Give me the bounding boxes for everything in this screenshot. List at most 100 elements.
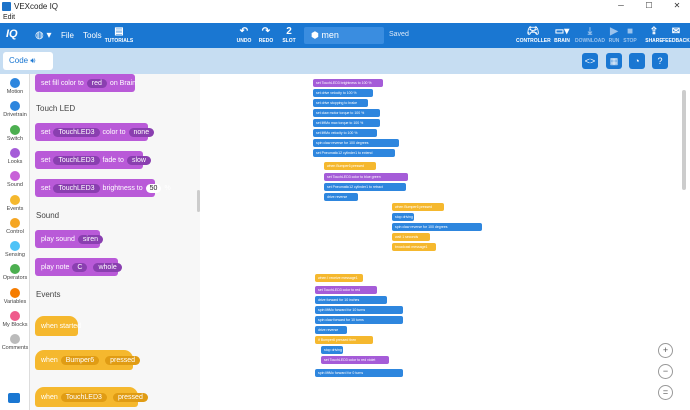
brightness-input[interactable]: 50 — [145, 183, 162, 193]
minimize-button[interactable]: ─ — [608, 0, 634, 12]
zoom-out-button[interactable]: − — [658, 364, 673, 379]
zoom-reset-button[interactable]: = — [658, 385, 673, 400]
fade-dropdown[interactable]: slow — [126, 155, 151, 165]
category-label: Events — [6, 205, 24, 212]
canvas-block[interactable]: spin claw forward for 10 turns — [315, 316, 403, 324]
canvas-block[interactable]: stop driving — [392, 213, 414, 221]
brain-button[interactable]: ▭▾ BRAIN — [547, 26, 577, 44]
category-sensing[interactable]: Sensing — [0, 241, 30, 258]
category-dot-icon — [10, 147, 20, 158]
touchled-fade-block[interactable]: set TouchLED3 fade to slow — [35, 151, 151, 169]
canvas-block[interactable]: if Bumper6 pressed then — [315, 336, 373, 344]
canvas-block[interactable]: set TouchLED3 color to blue green — [324, 173, 408, 181]
canvas-block[interactable]: set liftMo velocity to 100 % — [313, 129, 377, 137]
category-label: Switch — [6, 135, 24, 142]
event-dropdown[interactable]: pressed — [112, 392, 148, 402]
file-menu[interactable]: File — [61, 31, 74, 40]
category-dot-icon — [10, 124, 20, 135]
canvas-block[interactable]: set Pneumatic12 cylinder1 to extend — [313, 149, 395, 157]
zoom-in-button[interactable]: + — [658, 343, 673, 358]
dashboard-button[interactable]: ◔ — [629, 53, 645, 69]
slot-button[interactable]: 2 SLOT — [274, 26, 304, 44]
tools-menu[interactable]: Tools — [83, 31, 102, 40]
canvas-block[interactable]: spin claw reverse for 100 degrees — [313, 139, 399, 147]
devices-button[interactable]: ▦ — [606, 53, 622, 69]
category-looks[interactable]: Looks — [0, 147, 30, 165]
canvas-block[interactable]: stop driving — [321, 346, 343, 354]
tutorials-button[interactable]: ▤ TUTORIALS — [104, 26, 134, 44]
device-dropdown[interactable]: Bumper6 — [60, 355, 100, 365]
language-globe-icon[interactable]: ◍ ▾ — [35, 30, 52, 41]
block-text: brightness to — [102, 184, 143, 192]
note-dropdown[interactable]: C — [72, 262, 88, 272]
play-sound-block[interactable]: play sound siren — [35, 230, 104, 248]
feedback-button[interactable]: ✉ FEEDBACK — [661, 26, 690, 44]
device-dropdown[interactable]: TouchLED3 — [60, 392, 107, 402]
canvas-block[interactable]: spin liftMo forward for 10 turns — [315, 306, 403, 314]
device-dropdown[interactable]: TouchLED3 — [53, 183, 100, 193]
code-viewer-button[interactable]: <> — [582, 53, 598, 69]
device-dropdown[interactable]: TouchLED3 — [53, 127, 100, 137]
maximize-button[interactable]: ☐ — [636, 0, 662, 12]
tab-code[interactable]: Code 🔊︎ — [3, 52, 53, 70]
canvas-scrollbar[interactable] — [682, 90, 686, 190]
canvas-block[interactable]: set TouchLED3 brightness to 100 % — [313, 79, 383, 87]
canvas-block[interactable]: set TouchLED3 color to red violet — [321, 356, 389, 364]
canvas-block[interactable]: spin liftMo forward for 0 turns — [315, 369, 403, 377]
canvas-block[interactable]: set drive stopping to brake — [313, 99, 368, 107]
project-name: men — [321, 30, 339, 40]
category-sound[interactable]: Sound — [0, 171, 30, 188]
when-touchled-block[interactable]: when TouchLED3 pressed — [35, 387, 148, 407]
when-started-block[interactable]: when started — [35, 316, 81, 336]
close-button[interactable]: ✕ — [664, 0, 690, 12]
canvas-block[interactable]: set liftMo max torque to 100 % — [313, 119, 380, 127]
block-palette: set fill color to red on Brain Touch LED… — [30, 74, 200, 410]
category-variables[interactable]: Variables — [0, 287, 30, 305]
canvas-block[interactable]: drive reverse — [315, 326, 347, 334]
canvas-block[interactable]: drive forward for 10 inches — [315, 296, 387, 304]
category-drivetrain[interactable]: Drivetrain — [0, 101, 30, 118]
stop-label: STOP — [623, 38, 637, 44]
category-list: Motion Drivetrain Switch Looks Sound Events Co… — [0, 74, 30, 410]
set-fill-color-block[interactable]: set fill color to red on Brain — [35, 74, 136, 92]
project-name-field[interactable]: ⬢ men — [304, 27, 384, 44]
category-label: Sensing — [5, 252, 25, 259]
canvas-block[interactable]: when Bumper6 pressed — [324, 162, 376, 170]
category-events[interactable]: Events — [0, 194, 30, 212]
canvas-block[interactable]: set Pneumatic12 cylinder1 to retract — [324, 183, 406, 191]
play-note-block[interactable]: play note C whole — [35, 258, 122, 276]
extension-icon[interactable] — [8, 393, 20, 403]
category-dot-icon — [10, 78, 20, 88]
touchled-brightness-block[interactable]: set TouchLED3 brightness to 50 % — [35, 179, 171, 197]
category-switch[interactable]: Switch — [0, 124, 30, 142]
canvas-block[interactable]: when Bumper6 pressed — [392, 203, 444, 211]
event-dropdown[interactable]: pressed — [105, 355, 141, 365]
canvas-block[interactable]: wait 1 seconds — [392, 233, 430, 241]
canvas-block[interactable]: set drive velocity to 100 % — [313, 89, 373, 97]
code-canvas[interactable] — [200, 74, 690, 410]
canvas-block[interactable]: set TouchLED3 color to red — [315, 286, 377, 294]
duration-dropdown[interactable]: whole — [93, 262, 122, 272]
category-comments[interactable]: Comments — [0, 334, 30, 351]
touchled-color-block[interactable]: set TouchLED3 color to none — [35, 123, 155, 141]
category-my-blocks[interactable]: My Blocks — [0, 311, 30, 328]
menu-edit[interactable]: Edit — [3, 14, 15, 21]
category-control[interactable]: Control — [0, 217, 30, 235]
category-operators[interactable]: Operators — [0, 264, 30, 281]
category-dot-icon — [10, 194, 20, 205]
color-dropdown[interactable]: none — [128, 127, 155, 137]
category-motion[interactable]: Motion — [0, 78, 30, 95]
sound-dropdown[interactable]: siren — [77, 234, 104, 244]
device-dropdown[interactable]: TouchLED3 — [53, 155, 100, 165]
canvas-block[interactable]: set claw motor torque to 100 % — [313, 109, 380, 117]
when-bumper-block[interactable]: when Bumper6 pressed — [35, 350, 141, 370]
canvas-block[interactable]: broadcast message1 — [392, 243, 436, 251]
help-button[interactable]: ? — [652, 53, 668, 69]
block-text: set — [41, 184, 51, 192]
color-dropdown[interactable]: red — [86, 78, 107, 88]
canvas-block[interactable]: when I receive message1 — [315, 274, 363, 282]
canvas-block[interactable]: drive reverse — [324, 193, 358, 201]
canvas-block[interactable]: spin claw reverse for 100 degrees — [392, 223, 482, 231]
controller-button[interactable]: 🎮︎ CONTROLLER — [516, 26, 551, 44]
block-text: set — [41, 128, 51, 136]
